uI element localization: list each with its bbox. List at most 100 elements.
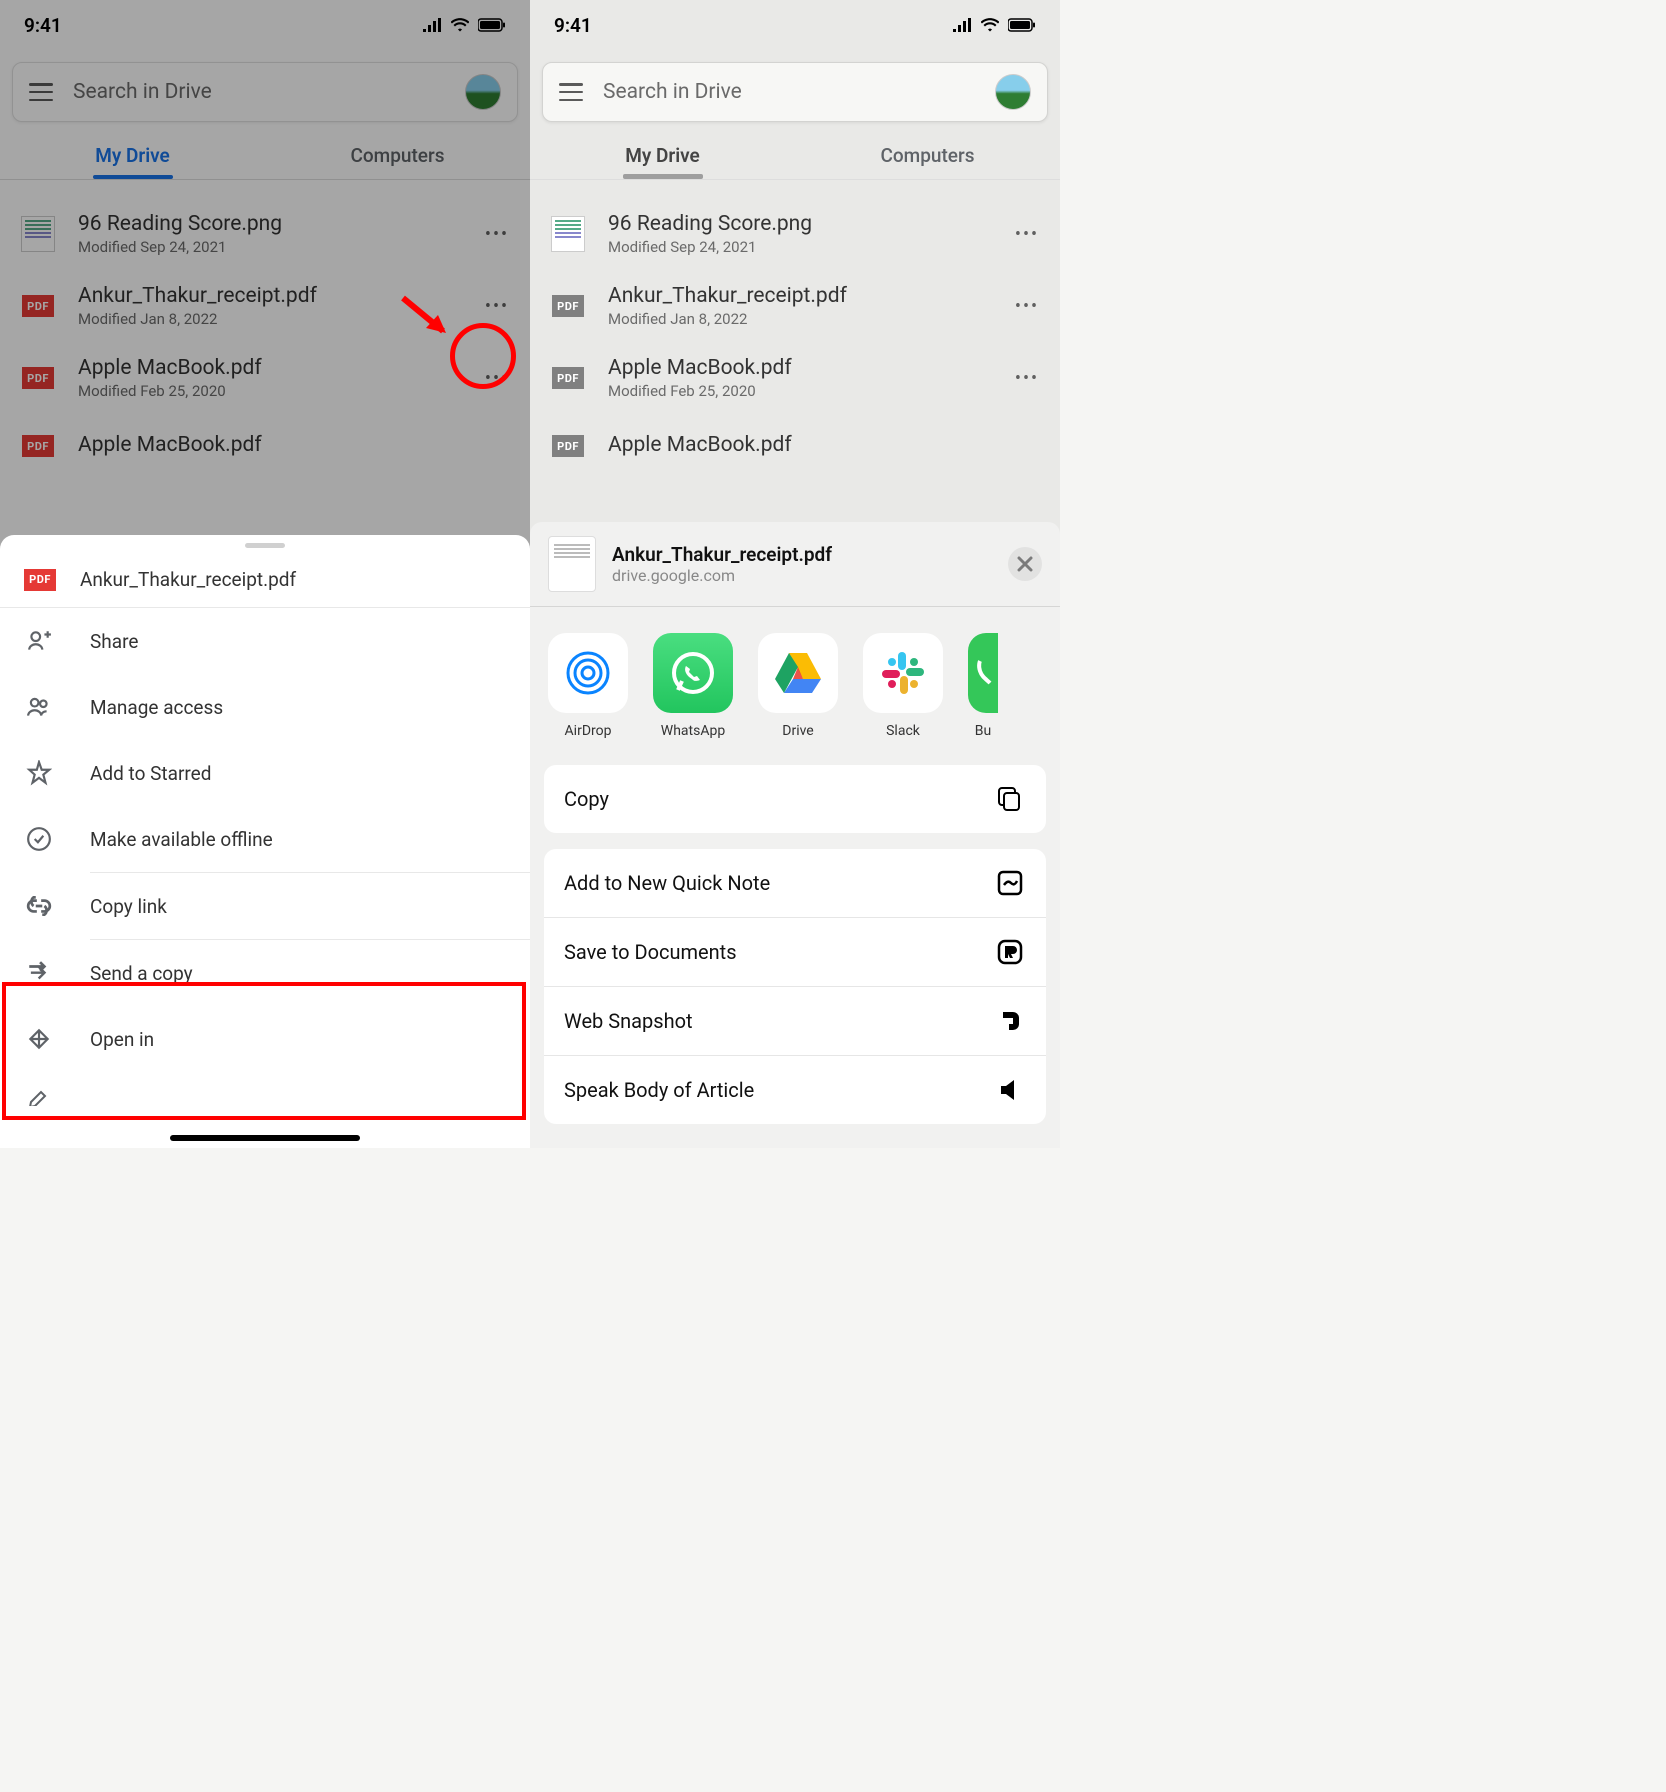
list-item[interactable]: PDF Apple MacBook.pdf Modified Feb 25, 2…: [530, 342, 1060, 414]
sheet-header: PDF Ankur_Thakur_receipt.pdf: [0, 548, 530, 608]
pdf-icon: PDF: [550, 288, 586, 324]
more-icon[interactable]: •••: [484, 293, 510, 319]
file-name: Apple MacBook.pdf: [78, 433, 510, 457]
app-slack[interactable]: Slack: [863, 633, 943, 739]
list-item[interactable]: 96 Reading Score.png Modified Sep 24, 20…: [530, 198, 1060, 270]
share-file-name: Ankur_Thakur_receipt.pdf: [612, 543, 992, 566]
action-label: Speak Body of Article: [564, 1078, 754, 1102]
file-meta: Modified Jan 8, 2022: [608, 310, 992, 328]
more-icon[interactable]: •••: [1014, 221, 1040, 247]
copy-icon: [994, 783, 1026, 815]
quick-note-action[interactable]: Add to New Quick Note: [544, 849, 1046, 917]
share-item[interactable]: Share: [0, 608, 530, 674]
app-label: WhatsApp: [661, 723, 725, 739]
search-bar[interactable]: Search in Drive: [12, 62, 518, 122]
whatsapp-icon: [653, 633, 733, 713]
sheet-file-name: Ankur_Thakur_receipt.pdf: [80, 568, 296, 591]
app-label: Drive: [782, 723, 813, 739]
documents-icon: [994, 936, 1026, 968]
manage-access-label: Manage access: [90, 696, 223, 719]
web-snapshot-action[interactable]: Web Snapshot: [544, 986, 1046, 1055]
home-indicator: [170, 1135, 360, 1141]
copy-link-item[interactable]: Copy link: [0, 873, 530, 939]
pdf-icon: PDF: [20, 288, 56, 324]
close-button[interactable]: [1008, 547, 1042, 581]
share-source: drive.google.com: [612, 566, 992, 585]
action-list: Add to New Quick Note Save to Documents …: [544, 849, 1046, 1124]
png-thumb-icon: [20, 216, 56, 252]
file-name: Apple MacBook.pdf: [608, 356, 992, 380]
app-peek[interactable]: Bu: [968, 633, 998, 739]
drive-icon: [758, 633, 838, 713]
list-item[interactable]: PDF Ankur_Thakur_receipt.pdf Modified Ja…: [530, 270, 1060, 342]
app-peek-icon: [968, 633, 998, 713]
status-bar: 9:41: [0, 0, 530, 50]
file-meta: Modified Sep 24, 2021: [78, 238, 462, 256]
action-label: Add to New Quick Note: [564, 871, 770, 895]
web-snapshot-icon: [994, 1005, 1026, 1037]
more-icon[interactable]: •••: [1014, 365, 1040, 391]
pdf-icon: PDF: [20, 428, 56, 464]
status-bar: 9:41: [530, 0, 1060, 50]
app-label: AirDrop: [565, 723, 612, 739]
quick-note-icon: [994, 867, 1026, 899]
search-placeholder: Search in Drive: [603, 80, 995, 104]
offline-item[interactable]: Make available offline: [0, 806, 530, 872]
file-meta: Modified Feb 25, 2020: [608, 382, 992, 400]
share-app-row: AirDrop WhatsApp Drive: [530, 607, 1060, 755]
airdrop-icon: [548, 633, 628, 713]
file-name: Apple MacBook.pdf: [78, 356, 462, 380]
slack-icon: [863, 633, 943, 713]
app-whatsapp[interactable]: WhatsApp: [653, 633, 733, 739]
status-icons: [418, 18, 506, 32]
list-item[interactable]: PDF Apple MacBook.pdf: [0, 414, 530, 464]
tab-computers[interactable]: Computers: [795, 136, 1060, 179]
action-list: Copy: [544, 765, 1046, 833]
tab-computers[interactable]: Computers: [265, 136, 530, 179]
action-label: Web Snapshot: [564, 1009, 693, 1033]
tabs: My Drive Computers: [0, 136, 530, 180]
manage-access-item[interactable]: Manage access: [0, 674, 530, 740]
more-icon[interactable]: •••: [1014, 293, 1040, 319]
list-item[interactable]: 96 Reading Score.png Modified Sep 24, 20…: [0, 198, 530, 270]
menu-icon[interactable]: [559, 83, 583, 101]
ios-share-sheet: Ankur_Thakur_receipt.pdf drive.google.co…: [530, 522, 1060, 1148]
pdf-icon: PDF: [550, 360, 586, 396]
annotation-arrow: [398, 293, 458, 343]
tabs: My Drive Computers: [530, 136, 1060, 180]
annotation-circle: [450, 323, 516, 389]
add-starred-item[interactable]: Add to Starred: [0, 740, 530, 806]
file-name: 96 Reading Score.png: [78, 212, 462, 236]
action-label: Copy: [564, 787, 609, 811]
save-docs-action[interactable]: Save to Documents: [544, 917, 1046, 986]
status-time: 9:41: [554, 14, 592, 37]
copy-action[interactable]: Copy: [544, 765, 1046, 833]
people-icon: [24, 692, 54, 722]
share-header: Ankur_Thakur_receipt.pdf drive.google.co…: [530, 522, 1060, 606]
tab-my-drive[interactable]: My Drive: [0, 136, 265, 179]
app-airdrop[interactable]: AirDrop: [548, 633, 628, 739]
tab-my-drive[interactable]: My Drive: [530, 136, 795, 179]
link-icon: [24, 891, 54, 921]
offline-icon: [24, 824, 54, 854]
app-label: Bu: [975, 723, 991, 739]
file-meta: Modified Feb 25, 2020: [78, 382, 462, 400]
menu-icon[interactable]: [29, 83, 53, 101]
app-drive[interactable]: Drive: [758, 633, 838, 739]
file-name: Ankur_Thakur_receipt.pdf: [608, 284, 992, 308]
list-item[interactable]: PDF Apple MacBook.pdf: [530, 414, 1060, 464]
speaker-icon: [994, 1074, 1026, 1106]
more-icon[interactable]: •••: [484, 221, 510, 247]
status-time: 9:41: [24, 14, 62, 37]
search-placeholder: Search in Drive: [73, 80, 465, 104]
avatar[interactable]: [995, 74, 1031, 110]
avatar[interactable]: [465, 74, 501, 110]
speak-action[interactable]: Speak Body of Article: [544, 1055, 1046, 1124]
search-bar[interactable]: Search in Drive: [542, 62, 1048, 122]
add-starred-label: Add to Starred: [90, 762, 211, 785]
pdf-icon: PDF: [550, 428, 586, 464]
action-label: Save to Documents: [564, 940, 737, 964]
png-thumb-icon: [550, 216, 586, 252]
doc-thumb-icon: [548, 536, 596, 592]
file-meta: Modified Sep 24, 2021: [608, 238, 992, 256]
